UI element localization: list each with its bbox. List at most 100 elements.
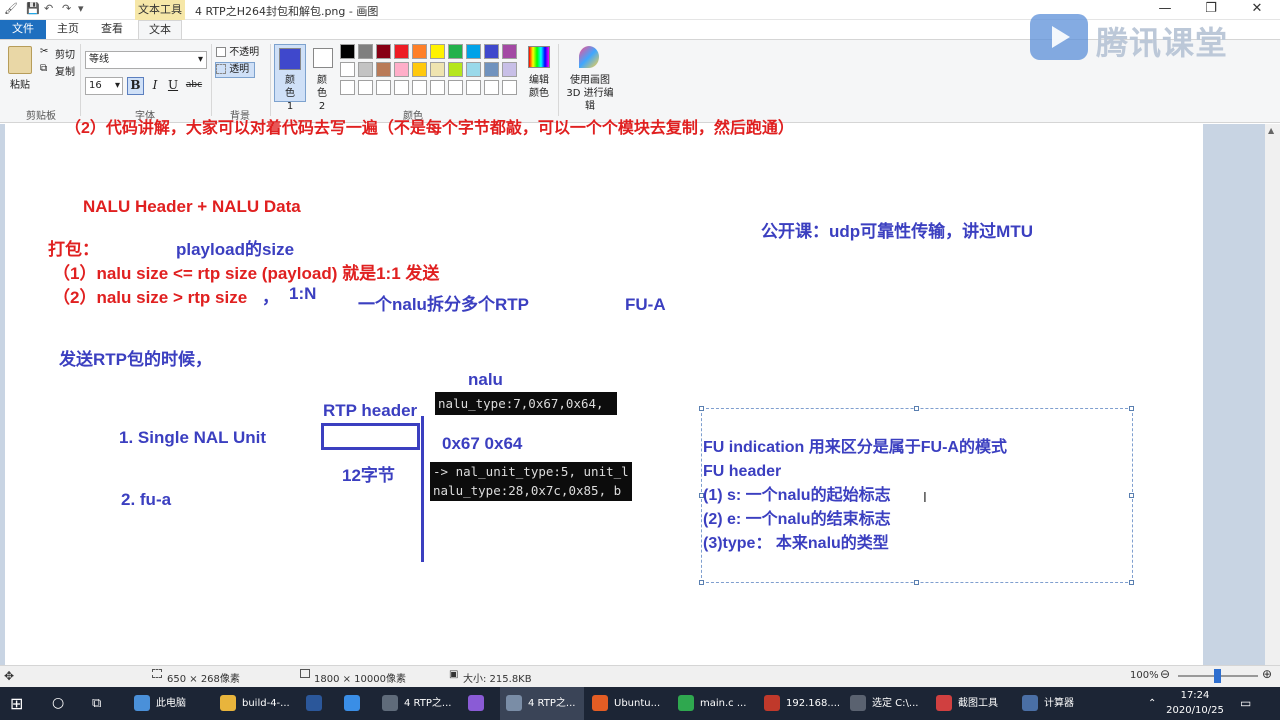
taskbar-app-label: 计算器 <box>1044 698 1074 709</box>
task-view-icon[interactable]: ⧉ <box>92 687 101 720</box>
custom-palette-swatch[interactable] <box>412 80 427 95</box>
palette-swatch[interactable] <box>484 44 499 59</box>
close-button[interactable]: ✕ <box>1234 0 1280 20</box>
zoom-in-icon[interactable]: ⊕ <box>1262 667 1272 681</box>
palette-swatch[interactable] <box>394 62 409 77</box>
transparent-button[interactable]: 透明 <box>215 62 255 78</box>
maximize-button[interactable]: ❐ <box>1188 0 1234 20</box>
vertical-scrollbar[interactable]: ▲ <box>1265 124 1280 665</box>
resize-handle[interactable] <box>914 580 919 585</box>
taskbar-app-snipping-tool[interactable]: 截图工具 <box>930 687 1014 720</box>
taskbar-app-word[interactable] <box>300 687 336 720</box>
custom-palette-swatch[interactable] <box>484 80 499 95</box>
palette-swatch[interactable] <box>502 44 517 59</box>
palette-swatch[interactable] <box>430 44 445 59</box>
taskbar-app-build-folder[interactable]: build-4-... <box>214 687 298 720</box>
taskbar-app-main-c-editor[interactable]: main.c ... <box>672 687 756 720</box>
palette-swatch[interactable] <box>358 44 373 59</box>
taskbar-app-ubuntu-vm[interactable]: Ubuntu... <box>586 687 670 720</box>
palette-swatch[interactable] <box>448 62 463 77</box>
nalu-label: nalu <box>468 370 503 389</box>
paint3d-icon[interactable] <box>579 46 599 68</box>
copy-button[interactable]: 复制 <box>55 63 75 78</box>
palette-swatch[interactable] <box>376 62 391 77</box>
palette-swatch[interactable] <box>448 44 463 59</box>
save-icon[interactable]: 💾 <box>26 2 40 18</box>
quick-access-dropdown-icon[interactable]: ▾ <box>78 2 84 18</box>
palette-swatch[interactable] <box>430 62 445 77</box>
clock-time[interactable]: 17:24 <box>1165 688 1225 704</box>
clock-date[interactable]: 2020/10/25 <box>1165 704 1225 720</box>
rainbow-palette-icon[interactable] <box>528 46 550 68</box>
windows-start-icon[interactable]: ⊞ <box>10 687 23 720</box>
taskbar-app-remote-host[interactable]: 192.168.... <box>758 687 842 720</box>
custom-palette-swatch[interactable] <box>394 80 409 95</box>
redo-icon[interactable]: ↷ <box>62 2 71 18</box>
custom-palette-swatch[interactable] <box>448 80 463 95</box>
resize-handle[interactable] <box>914 406 919 411</box>
palette-swatch[interactable] <box>412 62 427 77</box>
zoom-out-icon[interactable]: ⊖ <box>1160 667 1170 681</box>
paint3d-button[interactable]: 使用画图 3D 进行编辑 <box>562 74 618 113</box>
instruction-text-cut: （2）代码讲解，大家可以对着代码去写一遍（不是每个字节都敲，可以一个个模块去复制… <box>65 120 794 137</box>
undo-icon[interactable]: ↶ <box>44 2 53 18</box>
tab-text[interactable]: 文本 <box>138 20 182 39</box>
custom-palette-swatch[interactable] <box>430 80 445 95</box>
resize-handle[interactable] <box>1129 493 1134 498</box>
taskbar-app-this-pc[interactable]: 此电脑 <box>128 687 212 720</box>
palette-swatch[interactable] <box>412 44 427 59</box>
taskbar-app-paint-active[interactable]: 4 RTP之... <box>500 687 584 720</box>
custom-palette-swatch[interactable] <box>358 80 373 95</box>
scroll-up-icon[interactable]: ▲ <box>1268 126 1274 135</box>
search-icon[interactable]: ○ <box>52 687 64 720</box>
custom-palette-swatch[interactable] <box>466 80 481 95</box>
tab-home[interactable]: 主页 <box>50 20 86 39</box>
font-family-select[interactable]: 等线 ▾ <box>85 51 207 69</box>
taskbar-app-cmd-window[interactable]: 选定 C:\... <box>844 687 928 720</box>
custom-palette-swatch[interactable] <box>376 80 391 95</box>
palette-swatch[interactable] <box>358 62 373 77</box>
ratio-text: 1:N <box>289 284 317 303</box>
palette-swatch[interactable] <box>466 44 481 59</box>
custom-palette-swatch[interactable] <box>502 80 517 95</box>
canvas[interactable]: （2）代码讲解，大家可以对着代码去写一遍（不是每个字节都敲，可以一个个模块去复制… <box>5 120 1203 665</box>
palette-swatch[interactable] <box>484 62 499 77</box>
minimize-button[interactable]: — <box>1142 0 1188 20</box>
paste-button[interactable]: 粘贴 <box>10 76 30 91</box>
underline-button[interactable]: U <box>166 78 180 92</box>
copy-icon[interactable]: ⧉ <box>40 63 47 74</box>
palette-swatch[interactable] <box>340 44 355 59</box>
zoom-slider-thumb[interactable] <box>1214 669 1221 683</box>
bold-button[interactable]: B <box>127 77 144 95</box>
italic-button[interactable]: I <box>148 78 162 92</box>
cut-button[interactable]: 剪切 <box>55 46 75 61</box>
resize-handle[interactable] <box>1129 580 1134 585</box>
color2-swatch[interactable] <box>313 48 333 68</box>
strikethrough-button[interactable]: abc <box>184 80 204 90</box>
opaque-button[interactable]: 不透明 <box>216 46 264 61</box>
cut-icon[interactable]: ✂ <box>40 46 48 57</box>
taskbar-app-calculator[interactable]: 计算器 <box>1016 687 1100 720</box>
palette-swatch[interactable] <box>394 44 409 59</box>
tab-file[interactable]: 文件 <box>0 20 46 39</box>
taskbar-app-paint-window[interactable]: 4 RTP之... <box>376 687 460 720</box>
palette-swatch[interactable] <box>376 44 391 59</box>
code-snippet-fua: -> nal_unit_type:5, unit_l nalu_type:28,… <box>430 462 632 501</box>
fu-description-text[interactable]: FU indication 用来区分是属于FU-A的模式 FU header (… <box>703 436 1007 556</box>
taskbar-app-browser[interactable] <box>338 687 374 720</box>
taskbar-app-vscode[interactable] <box>462 687 498 720</box>
resize-handle[interactable] <box>699 580 704 585</box>
resize-handle[interactable] <box>699 406 704 411</box>
tray-chevron-icon[interactable]: ⌃ <box>1148 687 1156 720</box>
tab-view[interactable]: 查看 <box>92 20 132 39</box>
font-size-select[interactable]: 16 ▾ <box>85 77 123 95</box>
edit-colors-button[interactable]: 编辑颜色 <box>526 74 552 100</box>
notification-icon[interactable]: ▭ <box>1240 687 1251 720</box>
palette-swatch[interactable] <box>466 62 481 77</box>
code-line: nalu_type:28,0x7c,0x85, b <box>433 483 622 498</box>
paste-icon[interactable] <box>8 46 32 74</box>
palette-swatch[interactable] <box>340 62 355 77</box>
resize-handle[interactable] <box>1129 406 1134 411</box>
custom-palette-swatch[interactable] <box>340 80 355 95</box>
palette-swatch[interactable] <box>502 62 517 77</box>
